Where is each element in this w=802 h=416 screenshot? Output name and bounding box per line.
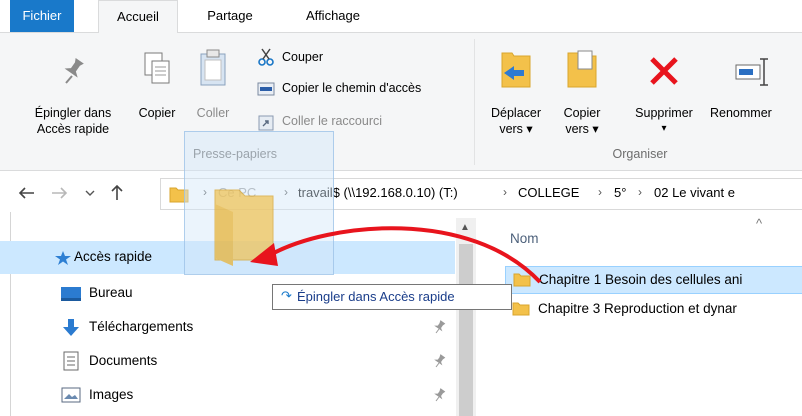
tooltip-text: Épingler dans Accès rapide [297,289,455,304]
drag-arrow-annotation [250,226,542,284]
drag-tooltip: ↷ Épingler dans Accès rapide [272,284,512,310]
pin-arrow-icon: ↷ [281,288,292,303]
